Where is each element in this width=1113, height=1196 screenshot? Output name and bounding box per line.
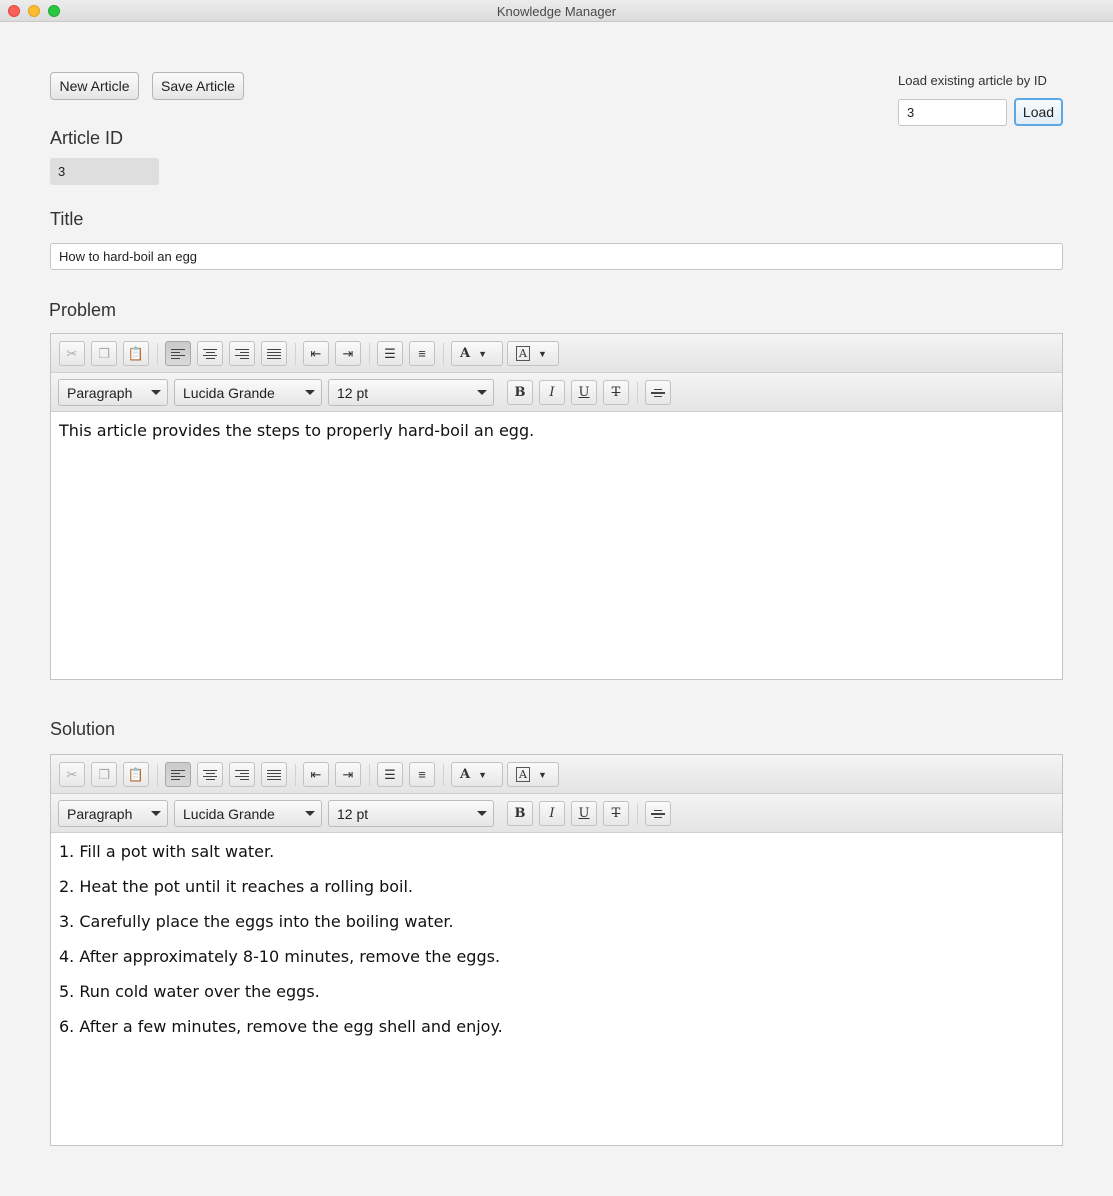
paragraph: 1. Fill a pot with salt water. (59, 842, 275, 861)
font-size-select[interactable]: 12 pt (328, 800, 494, 827)
paragraph: 4. After approximately 8-10 minutes, rem… (59, 947, 501, 966)
solution-editor: ✂ ❐ 📋 ⇤ ⇥ ☰ ≡ A ▼ A ▼ Paragraph Lucida Gra… (50, 754, 1063, 1146)
new-article-button[interactable]: New Article (50, 72, 139, 100)
numbered-list-icon[interactable]: ≡ (409, 341, 435, 366)
underline-icon[interactable]: U (571, 380, 597, 405)
paragraph: 6. After a few minutes, remove the egg s… (59, 1017, 503, 1036)
paragraph-style-select[interactable]: Paragraph (58, 379, 168, 406)
paragraph-style-value: Paragraph (67, 806, 133, 822)
align-left-icon[interactable] (165, 341, 191, 366)
solution-editor-content[interactable]: 1. Fill a pot with salt water. 2. Heat t… (51, 833, 1062, 1059)
bullet-list-icon[interactable]: ☰ (377, 762, 403, 787)
problem-editor-toolbar-1: ✂ ❐ 📋 ⇤ ⇥ ☰ ≡ A ▼ A ▼ (51, 334, 1062, 373)
toolbar-separator (295, 343, 296, 365)
font-size-value: 12 pt (337, 385, 369, 401)
chevron-down-icon (477, 811, 487, 816)
load-article-id-input[interactable]: 3 (898, 99, 1007, 126)
cut-icon[interactable]: ✂ (59, 762, 85, 787)
font-family-value: Lucida Grande (183, 385, 275, 401)
toolbar-separator (295, 764, 296, 786)
align-left-icon[interactable] (165, 762, 191, 787)
paragraph-style-value: Paragraph (67, 385, 133, 401)
indent-icon[interactable]: ⇥ (335, 762, 361, 787)
toolbar-separator (443, 764, 444, 786)
problem-editor-toolbar-2: Paragraph Lucida Grande 12 pt B I U T (51, 373, 1062, 412)
paragraph: 2. Heat the pot until it reaches a rolli… (59, 877, 413, 896)
article-id-label: Article ID (50, 128, 124, 148)
strikethrough-icon[interactable]: T (603, 380, 629, 405)
solution-editor-toolbar-2: Paragraph Lucida Grande 12 pt B I U T (51, 794, 1062, 833)
font-family-value: Lucida Grande (183, 806, 275, 822)
indent-icon[interactable]: ⇥ (335, 341, 361, 366)
load-button[interactable]: Load (1014, 98, 1063, 126)
bold-icon[interactable]: B (507, 801, 533, 826)
toolbar-separator (369, 343, 370, 365)
outdent-icon[interactable]: ⇤ (303, 341, 329, 366)
copy-icon[interactable]: ❐ (91, 341, 117, 366)
strikethrough-icon[interactable]: T (603, 801, 629, 826)
text-color-icon[interactable]: A ▼ (451, 762, 503, 787)
numbered-list-icon[interactable]: ≡ (409, 762, 435, 787)
outdent-icon[interactable]: ⇤ (303, 762, 329, 787)
font-family-select[interactable]: Lucida Grande (174, 379, 322, 406)
paste-icon[interactable]: 📋 (123, 341, 149, 366)
paragraph: 5. Run cold water over the eggs. (59, 982, 320, 1001)
paragraph-style-select[interactable]: Paragraph (58, 800, 168, 827)
problem-label: Problem (49, 300, 117, 320)
chevron-down-icon (477, 390, 487, 395)
font-family-select[interactable]: Lucida Grande (174, 800, 322, 827)
problem-editor-content[interactable]: This article provides the steps to prope… (51, 412, 1062, 463)
horizontal-rule-icon[interactable] (645, 801, 671, 826)
problem-editor: ✂ ❐ 📋 ⇤ ⇥ ☰ ≡ A ▼ A ▼ Paragraph Lucida Gra… (50, 333, 1063, 680)
paste-icon[interactable]: 📋 (123, 762, 149, 787)
copy-icon[interactable]: ❐ (91, 762, 117, 787)
cut-icon[interactable]: ✂ (59, 341, 85, 366)
save-article-button[interactable]: Save Article (152, 72, 244, 100)
title-label: Title (50, 209, 84, 229)
font-size-select[interactable]: 12 pt (328, 379, 494, 406)
toolbar-separator (369, 764, 370, 786)
align-center-icon[interactable] (197, 341, 223, 366)
chevron-down-icon (151, 390, 161, 395)
toolbar-separator (157, 343, 158, 365)
align-right-icon[interactable] (229, 762, 255, 787)
paragraph: 3. Carefully place the eggs into the boi… (59, 912, 454, 931)
horizontal-rule-icon[interactable] (645, 380, 671, 405)
align-justify-icon[interactable] (261, 341, 287, 366)
load-article-label: Load existing article by ID (898, 73, 1047, 88)
underline-icon[interactable]: U (571, 801, 597, 826)
toolbar-separator (637, 382, 638, 404)
italic-icon[interactable]: I (539, 801, 565, 826)
bold-icon[interactable]: B (507, 380, 533, 405)
font-size-value: 12 pt (337, 806, 369, 822)
toolbar-separator (637, 803, 638, 825)
bullet-list-icon[interactable]: ☰ (377, 341, 403, 366)
chevron-down-icon (305, 811, 315, 816)
background-color-icon[interactable]: A ▼ (507, 341, 559, 366)
align-right-icon[interactable] (229, 341, 255, 366)
toolbar-separator (443, 343, 444, 365)
align-justify-icon[interactable] (261, 762, 287, 787)
align-center-icon[interactable] (197, 762, 223, 787)
background-color-icon[interactable]: A ▼ (507, 762, 559, 787)
chevron-down-icon (305, 390, 315, 395)
paragraph: This article provides the steps to prope… (59, 421, 535, 440)
title-input[interactable]: How to hard-boil an egg (50, 243, 1063, 270)
chevron-down-icon (151, 811, 161, 816)
solution-editor-toolbar-1: ✂ ❐ 📋 ⇤ ⇥ ☰ ≡ A ▼ A ▼ (51, 755, 1062, 794)
window-titlebar: Knowledge Manager (0, 0, 1113, 22)
window-title: Knowledge Manager (496, 4, 617, 19)
toolbar-separator (157, 764, 158, 786)
text-color-icon[interactable]: A ▼ (451, 341, 503, 366)
solution-label: Solution (50, 719, 116, 739)
article-id-field: 3 (50, 158, 159, 185)
italic-icon[interactable]: I (539, 380, 565, 405)
